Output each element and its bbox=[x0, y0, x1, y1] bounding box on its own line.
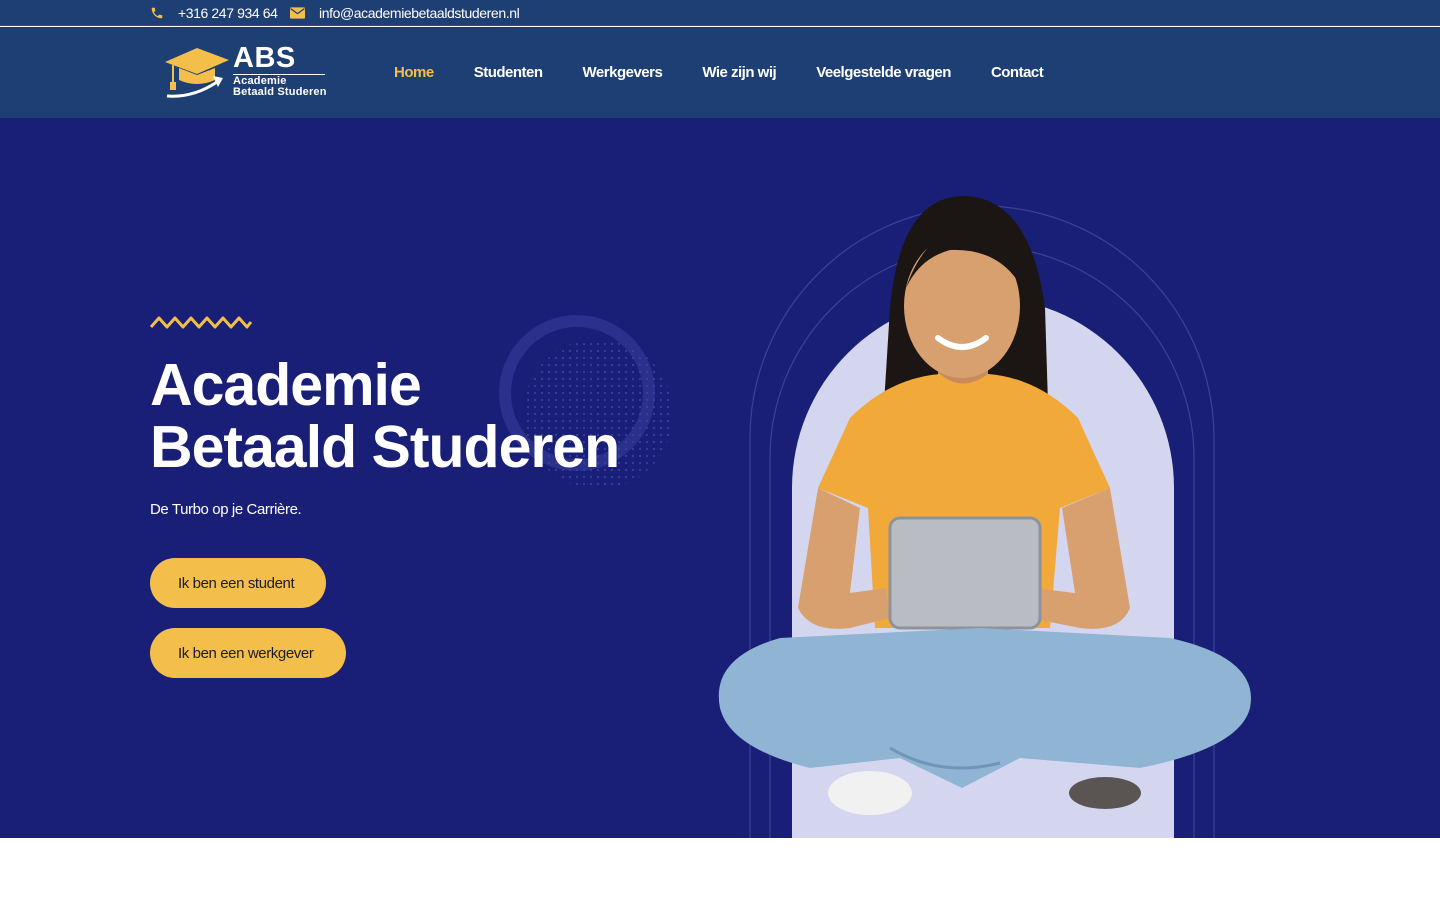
nav-item-home[interactable]: Home bbox=[394, 64, 434, 81]
nav-item-wie-zijn-wij[interactable]: Wie zijn wij bbox=[702, 64, 776, 81]
nav-item-contact[interactable]: Contact bbox=[991, 64, 1044, 81]
nav-item-faq[interactable]: Veelgestelde vragen bbox=[816, 64, 951, 81]
email-address[interactable]: info@academiebetaaldstuderen.nl bbox=[319, 5, 520, 21]
top-contact-bar: +316 247 934 64 info@academiebetaaldstud… bbox=[0, 0, 1440, 26]
phone-number[interactable]: +316 247 934 64 bbox=[178, 5, 278, 21]
employer-button[interactable]: Ik ben een werkgever bbox=[150, 628, 346, 678]
hero-section: Academie Betaald Studeren De Turbo op je… bbox=[0, 118, 1440, 838]
site-header: ABS Academie Betaald Studeren Home Stude… bbox=[0, 27, 1440, 118]
nav-item-studenten[interactable]: Studenten bbox=[474, 64, 543, 81]
page-below-hero bbox=[0, 838, 1440, 900]
logo-mark: ABS bbox=[233, 42, 296, 74]
phone-icon bbox=[151, 7, 163, 19]
zigzag-decoration bbox=[150, 316, 252, 329]
logo-line-2: Betaald Studeren bbox=[233, 86, 327, 98]
hero-title-line-1: Academie bbox=[150, 352, 422, 418]
hero-title-line-2: Betaald Studeren bbox=[150, 414, 620, 480]
logo[interactable]: ABS Academie Betaald Studeren bbox=[163, 42, 333, 102]
graduation-cap-icon bbox=[165, 48, 229, 98]
email-contact[interactable]: info@academiebetaaldstuderen.nl bbox=[290, 0, 520, 26]
nav-item-werkgevers[interactable]: Werkgevers bbox=[583, 64, 663, 81]
student-with-tablet-image bbox=[718, 196, 1251, 838]
main-nav: Home Studenten Werkgevers Wie zijn wij V… bbox=[394, 27, 1083, 118]
phone-contact[interactable]: +316 247 934 64 bbox=[150, 0, 278, 26]
mail-icon bbox=[290, 7, 305, 19]
student-button[interactable]: Ik ben een student bbox=[150, 558, 326, 608]
hero-subtitle: De Turbo op je Carrière. bbox=[150, 501, 302, 518]
hero-title: Academie Betaald Studeren bbox=[150, 352, 620, 480]
